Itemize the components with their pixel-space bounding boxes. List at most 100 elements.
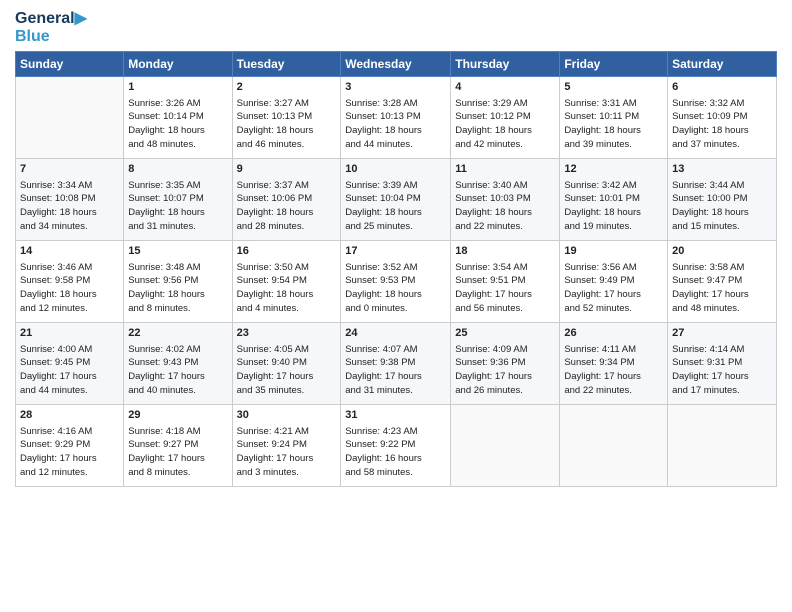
cell-text: Sunrise: 4:09 AM [455, 343, 555, 357]
calendar-cell: 13Sunrise: 3:44 AMSunset: 10:00 PMDaylig… [668, 158, 777, 240]
day-number: 2 [237, 80, 337, 96]
calendar-cell: 19Sunrise: 3:56 AMSunset: 9:49 PMDayligh… [560, 240, 668, 322]
calendar-cell: 24Sunrise: 4:07 AMSunset: 9:38 PMDayligh… [341, 322, 451, 404]
cell-text: Sunset: 9:36 PM [455, 356, 555, 370]
cell-text: Sunrise: 3:35 AM [128, 179, 227, 193]
cell-text: and 40 minutes. [128, 384, 227, 398]
cell-text: Daylight: 17 hours [564, 370, 663, 384]
cell-text: Sunset: 10:06 PM [237, 192, 337, 206]
day-number: 26 [564, 326, 663, 342]
cell-text: Sunrise: 3:46 AM [20, 261, 119, 275]
cell-text: and 15 minutes. [672, 220, 772, 234]
cell-text: Sunrise: 3:29 AM [455, 97, 555, 111]
calendar-table: SundayMondayTuesdayWednesdayThursdayFrid… [15, 51, 777, 487]
cell-text: Sunset: 9:40 PM [237, 356, 337, 370]
calendar-cell: 9Sunrise: 3:37 AMSunset: 10:06 PMDayligh… [232, 158, 341, 240]
cell-text: Daylight: 17 hours [20, 452, 119, 466]
cell-text: Sunset: 10:00 PM [672, 192, 772, 206]
day-number: 21 [20, 326, 119, 342]
cell-text: Sunrise: 3:58 AM [672, 261, 772, 275]
cell-text: Sunset: 9:43 PM [128, 356, 227, 370]
cell-text: Sunrise: 3:27 AM [237, 97, 337, 111]
day-number: 19 [564, 244, 663, 260]
calendar-cell: 6Sunrise: 3:32 AMSunset: 10:09 PMDayligh… [668, 76, 777, 158]
day-number: 25 [455, 326, 555, 342]
day-number: 11 [455, 162, 555, 178]
cell-text: Sunrise: 3:44 AM [672, 179, 772, 193]
cell-text: and 17 minutes. [672, 384, 772, 398]
cell-text: Sunset: 10:12 PM [455, 110, 555, 124]
cell-text: Sunset: 9:53 PM [345, 274, 446, 288]
cell-text: Sunset: 10:03 PM [455, 192, 555, 206]
cell-text: Daylight: 18 hours [455, 206, 555, 220]
calendar-cell: 17Sunrise: 3:52 AMSunset: 9:53 PMDayligh… [341, 240, 451, 322]
weekday-header: Monday [124, 51, 232, 76]
cell-text: Daylight: 17 hours [455, 370, 555, 384]
cell-text: and 4 minutes. [237, 302, 337, 316]
cell-text: and 56 minutes. [455, 302, 555, 316]
cell-text: and 58 minutes. [345, 466, 446, 480]
cell-text: Sunset: 10:04 PM [345, 192, 446, 206]
day-number: 10 [345, 162, 446, 178]
cell-text: Daylight: 17 hours [128, 452, 227, 466]
cell-text: and 46 minutes. [237, 138, 337, 152]
cell-text: Sunset: 9:54 PM [237, 274, 337, 288]
cell-text: Sunrise: 3:37 AM [237, 179, 337, 193]
day-number: 17 [345, 244, 446, 260]
cell-text: Daylight: 17 hours [672, 288, 772, 302]
cell-text: and 8 minutes. [128, 302, 227, 316]
day-number: 9 [237, 162, 337, 178]
calendar-week-row: 14Sunrise: 3:46 AMSunset: 9:58 PMDayligh… [16, 240, 777, 322]
cell-text: and 48 minutes. [672, 302, 772, 316]
day-number: 22 [128, 326, 227, 342]
cell-text: Sunset: 9:38 PM [345, 356, 446, 370]
cell-text: Sunset: 10:13 PM [237, 110, 337, 124]
calendar-cell: 5Sunrise: 3:31 AMSunset: 10:11 PMDayligh… [560, 76, 668, 158]
cell-text: and 3 minutes. [237, 466, 337, 480]
weekday-header: Friday [560, 51, 668, 76]
day-number: 30 [237, 408, 337, 424]
cell-text: Sunset: 9:56 PM [128, 274, 227, 288]
calendar-cell: 21Sunrise: 4:00 AMSunset: 9:45 PMDayligh… [16, 322, 124, 404]
cell-text: Daylight: 18 hours [455, 124, 555, 138]
cell-text: Sunset: 9:49 PM [564, 274, 663, 288]
day-number: 12 [564, 162, 663, 178]
weekday-header: Thursday [451, 51, 560, 76]
calendar-cell: 18Sunrise: 3:54 AMSunset: 9:51 PMDayligh… [451, 240, 560, 322]
cell-text: Sunrise: 3:32 AM [672, 97, 772, 111]
calendar-cell: 10Sunrise: 3:39 AMSunset: 10:04 PMDaylig… [341, 158, 451, 240]
cell-text: and 44 minutes. [345, 138, 446, 152]
cell-text: and 44 minutes. [20, 384, 119, 398]
cell-text: Sunrise: 3:39 AM [345, 179, 446, 193]
cell-text: Sunset: 10:07 PM [128, 192, 227, 206]
cell-text: Sunrise: 3:31 AM [564, 97, 663, 111]
cell-text: Daylight: 18 hours [237, 288, 337, 302]
calendar-cell: 15Sunrise: 3:48 AMSunset: 9:56 PMDayligh… [124, 240, 232, 322]
cell-text: Sunset: 10:11 PM [564, 110, 663, 124]
cell-text: Daylight: 18 hours [237, 124, 337, 138]
calendar-cell: 1Sunrise: 3:26 AMSunset: 10:14 PMDayligh… [124, 76, 232, 158]
cell-text: Sunset: 9:47 PM [672, 274, 772, 288]
cell-text: Sunrise: 3:28 AM [345, 97, 446, 111]
cell-text: Sunset: 9:27 PM [128, 438, 227, 452]
cell-text: and 48 minutes. [128, 138, 227, 152]
calendar-week-row: 21Sunrise: 4:00 AMSunset: 9:45 PMDayligh… [16, 322, 777, 404]
day-number: 20 [672, 244, 772, 260]
cell-text: Sunset: 9:58 PM [20, 274, 119, 288]
day-number: 27 [672, 326, 772, 342]
day-number: 5 [564, 80, 663, 96]
day-number: 16 [237, 244, 337, 260]
cell-text: Daylight: 18 hours [237, 206, 337, 220]
cell-text: Daylight: 18 hours [564, 124, 663, 138]
cell-text: Sunrise: 4:00 AM [20, 343, 119, 357]
calendar-cell: 8Sunrise: 3:35 AMSunset: 10:07 PMDayligh… [124, 158, 232, 240]
day-number: 28 [20, 408, 119, 424]
cell-text: and 34 minutes. [20, 220, 119, 234]
cell-text: Sunset: 9:31 PM [672, 356, 772, 370]
calendar-cell: 31Sunrise: 4:23 AMSunset: 9:22 PMDayligh… [341, 404, 451, 486]
cell-text: Sunset: 10:09 PM [672, 110, 772, 124]
cell-text: Daylight: 17 hours [237, 452, 337, 466]
calendar-cell [451, 404, 560, 486]
calendar-week-row: 28Sunrise: 4:16 AMSunset: 9:29 PMDayligh… [16, 404, 777, 486]
cell-text: Sunset: 9:29 PM [20, 438, 119, 452]
